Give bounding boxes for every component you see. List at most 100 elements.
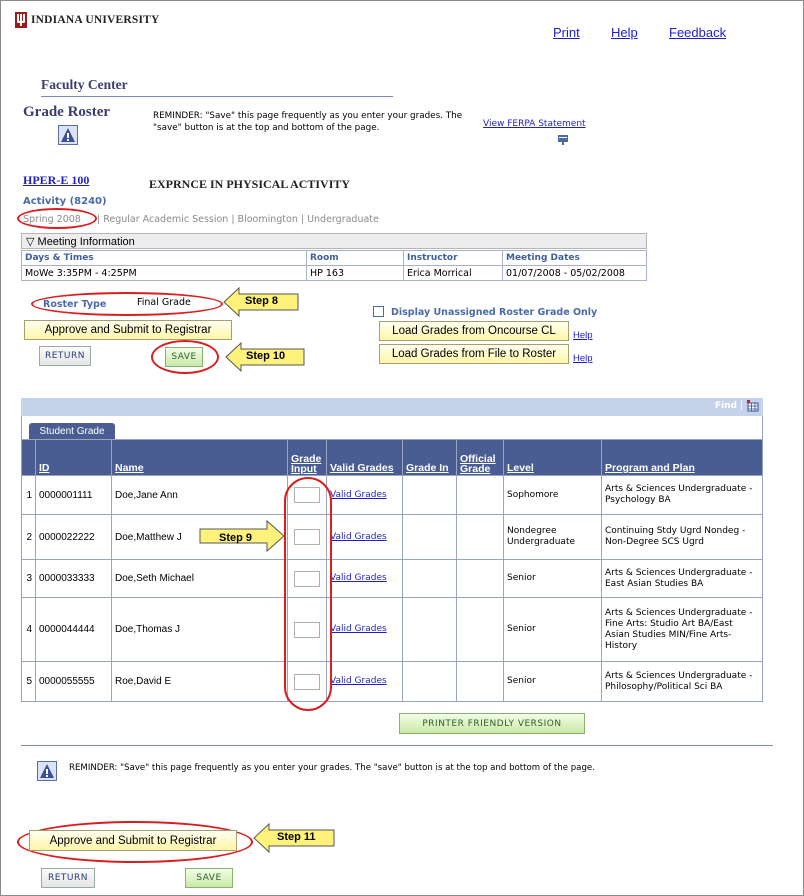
col-valid-grades-header[interactable]: Valid Grades bbox=[326, 439, 403, 476]
official-grade-cell bbox=[456, 661, 504, 702]
table-row: 5 0000055555 Roe,David E Valid Grades Se… bbox=[21, 661, 763, 702]
step10-label: Step 10 bbox=[246, 350, 286, 362]
roster-type-value: Final Grade bbox=[137, 297, 191, 308]
official-grade-cell bbox=[456, 559, 504, 598]
col-grade-in-header[interactable]: Grade In bbox=[402, 439, 457, 476]
roster-type-label: Roster Type bbox=[43, 299, 107, 310]
row-number: 2 bbox=[21, 514, 36, 560]
meeting-header-room: Room bbox=[306, 250, 404, 266]
student-level: Senior bbox=[503, 559, 602, 598]
student-id: 0000001111 bbox=[35, 475, 112, 515]
save-button-bottom[interactable]: SAVE bbox=[185, 868, 233, 888]
meeting-header-instructor: Instructor bbox=[403, 250, 503, 266]
official-grade-cell bbox=[456, 597, 504, 662]
meeting-info-bar[interactable]: ▽ Meeting Information bbox=[21, 233, 647, 249]
find-link[interactable]: Find bbox=[715, 401, 737, 411]
student-name: Roe,David E bbox=[111, 661, 288, 702]
course-code-link[interactable]: HPER-E 100 bbox=[23, 173, 89, 188]
grade-in-cell bbox=[402, 514, 457, 560]
student-program: Continuing Stdy Ugrd Nondeg - Non-Degree… bbox=[601, 514, 763, 560]
iu-trident-logo bbox=[15, 12, 27, 28]
meeting-toggle-label: Meeting Information bbox=[37, 236, 135, 248]
grade-in-cell bbox=[402, 559, 457, 598]
student-program: Arts & Sciences Undergraduate - Fine Art… bbox=[601, 597, 763, 662]
col-program-header[interactable]: Program and Plan bbox=[601, 439, 763, 476]
save-button-top[interactable]: SAVE bbox=[165, 347, 203, 367]
unassigned-checkbox-label: Display Unassigned Roster Grade Only bbox=[391, 307, 598, 318]
approve-submit-button-bottom[interactable]: Approve and Submit to Registrar bbox=[29, 830, 237, 851]
meeting-dates: 01/07/2008 - 05/02/2008 bbox=[502, 265, 647, 281]
load-file-button[interactable]: Load Grades from File to Roster bbox=[379, 344, 569, 364]
unassigned-checkbox[interactable] bbox=[373, 306, 384, 317]
table-row: 4 0000044444 Doe,Thomas J Valid Grades S… bbox=[21, 597, 763, 662]
university-name: INDIANA UNIVERSITY bbox=[31, 14, 160, 26]
student-name: Doe,Thomas J bbox=[111, 597, 288, 662]
table-row: 2 0000022222 Doe,Matthew J Valid Grades … bbox=[21, 514, 763, 560]
meeting-toggle[interactable]: ▽ Meeting Information bbox=[26, 235, 135, 248]
oncourse-help-link[interactable]: Help bbox=[573, 330, 593, 341]
activity-label: Activity (8240) bbox=[23, 196, 107, 207]
col-level-header[interactable]: Level bbox=[503, 439, 602, 476]
student-id: 0000033333 bbox=[35, 559, 112, 598]
student-program: Arts & Sciences Undergraduate - East Asi… bbox=[601, 559, 763, 598]
download-grid-icon[interactable] bbox=[747, 400, 759, 412]
col-id-header[interactable]: ID bbox=[35, 439, 112, 476]
grade-in-cell bbox=[402, 475, 457, 515]
load-oncourse-button[interactable]: Load Grades from Oncourse CL bbox=[379, 321, 569, 341]
student-program: Arts & Sciences Undergraduate - Philosop… bbox=[601, 661, 763, 702]
col-num-header bbox=[21, 439, 36, 476]
valid-grades-link[interactable]: Valid Grades bbox=[330, 490, 387, 500]
valid-grades-link[interactable]: Valid Grades bbox=[330, 532, 387, 542]
student-level: Nondegree Undergraduate bbox=[503, 514, 602, 560]
page-title: Grade Roster bbox=[23, 104, 111, 120]
col-official-grade-header[interactable]: Official Grade bbox=[456, 439, 504, 476]
ferpa-icon[interactable] bbox=[557, 134, 569, 146]
valid-grades-link[interactable]: Valid Grades bbox=[330, 624, 387, 634]
footer-rule bbox=[21, 745, 773, 746]
term-annotation-oval bbox=[17, 208, 97, 229]
session-text: | Regular Academic Session | Bloomington… bbox=[97, 214, 379, 225]
student-id: 0000044444 bbox=[35, 597, 112, 662]
row-number: 4 bbox=[21, 597, 36, 662]
file-help-link[interactable]: Help bbox=[573, 353, 593, 364]
return-button-bottom[interactable]: RETURN bbox=[41, 868, 95, 888]
table-row: 1 0000001111 Doe,Jane Ann Valid Grades S… bbox=[21, 475, 763, 515]
valid-grades-link[interactable]: Valid Grades bbox=[330, 676, 387, 686]
return-button-top[interactable]: RETURN bbox=[39, 346, 91, 366]
row-number: 3 bbox=[21, 559, 36, 598]
grade-in-cell bbox=[402, 661, 457, 702]
row-number: 1 bbox=[21, 475, 36, 515]
official-grade-cell bbox=[456, 475, 504, 515]
info-icon bbox=[58, 125, 78, 145]
triangle-down-icon: ▽ bbox=[26, 236, 35, 248]
step8-label: Step 8 bbox=[245, 295, 279, 307]
col-name-header[interactable]: Name bbox=[111, 439, 288, 476]
faculty-center-title: Faculty Center bbox=[41, 77, 128, 92]
student-program: Arts & Sciences Undergraduate - Psycholo… bbox=[601, 475, 763, 515]
printer-friendly-button[interactable]: PRINTER FRIENDLY VERSION bbox=[399, 713, 585, 734]
page: INDIANA UNIVERSITY Print Help Feedback F… bbox=[0, 0, 804, 896]
student-level: Sophomore bbox=[503, 475, 602, 515]
student-name: Doe,Jane Ann bbox=[111, 475, 288, 515]
grid-tabbar bbox=[21, 416, 763, 440]
help-link[interactable]: Help bbox=[611, 25, 638, 40]
footer-reminder: REMINDER: "Save" this page frequently as… bbox=[69, 763, 595, 773]
feedback-link[interactable]: Feedback bbox=[669, 25, 726, 40]
title-rule bbox=[41, 96, 393, 97]
valid-grades-link[interactable]: Valid Grades bbox=[330, 573, 387, 583]
approve-submit-button-top[interactable]: Approve and Submit to Registrar bbox=[24, 320, 232, 340]
student-grade-table: ID Name Grade Input Valid Grades Grade I… bbox=[21, 439, 763, 702]
tab-student-grade[interactable]: Student Grade bbox=[29, 423, 115, 439]
ferpa-link[interactable]: View FERPA Statement bbox=[483, 119, 586, 129]
print-link[interactable]: Print bbox=[553, 25, 580, 40]
table-row: 3 0000033333 Doe,Seth Michael Valid Grad… bbox=[21, 559, 763, 598]
col-grade-input-header[interactable]: Grade Input bbox=[287, 439, 327, 476]
student-level: Senior bbox=[503, 597, 602, 662]
meeting-table: Days & Times Room Instructor Meeting Dat… bbox=[21, 250, 647, 281]
course-name: EXPRNCE IN PHYSICAL ACTIVITY bbox=[149, 177, 351, 191]
grid-toolbar: Find | bbox=[21, 398, 763, 416]
student-id: 0000022222 bbox=[35, 514, 112, 560]
meeting-header-dates: Meeting Dates bbox=[502, 250, 647, 266]
student-level: Senior bbox=[503, 661, 602, 702]
student-name: Doe,Seth Michael bbox=[111, 559, 288, 598]
